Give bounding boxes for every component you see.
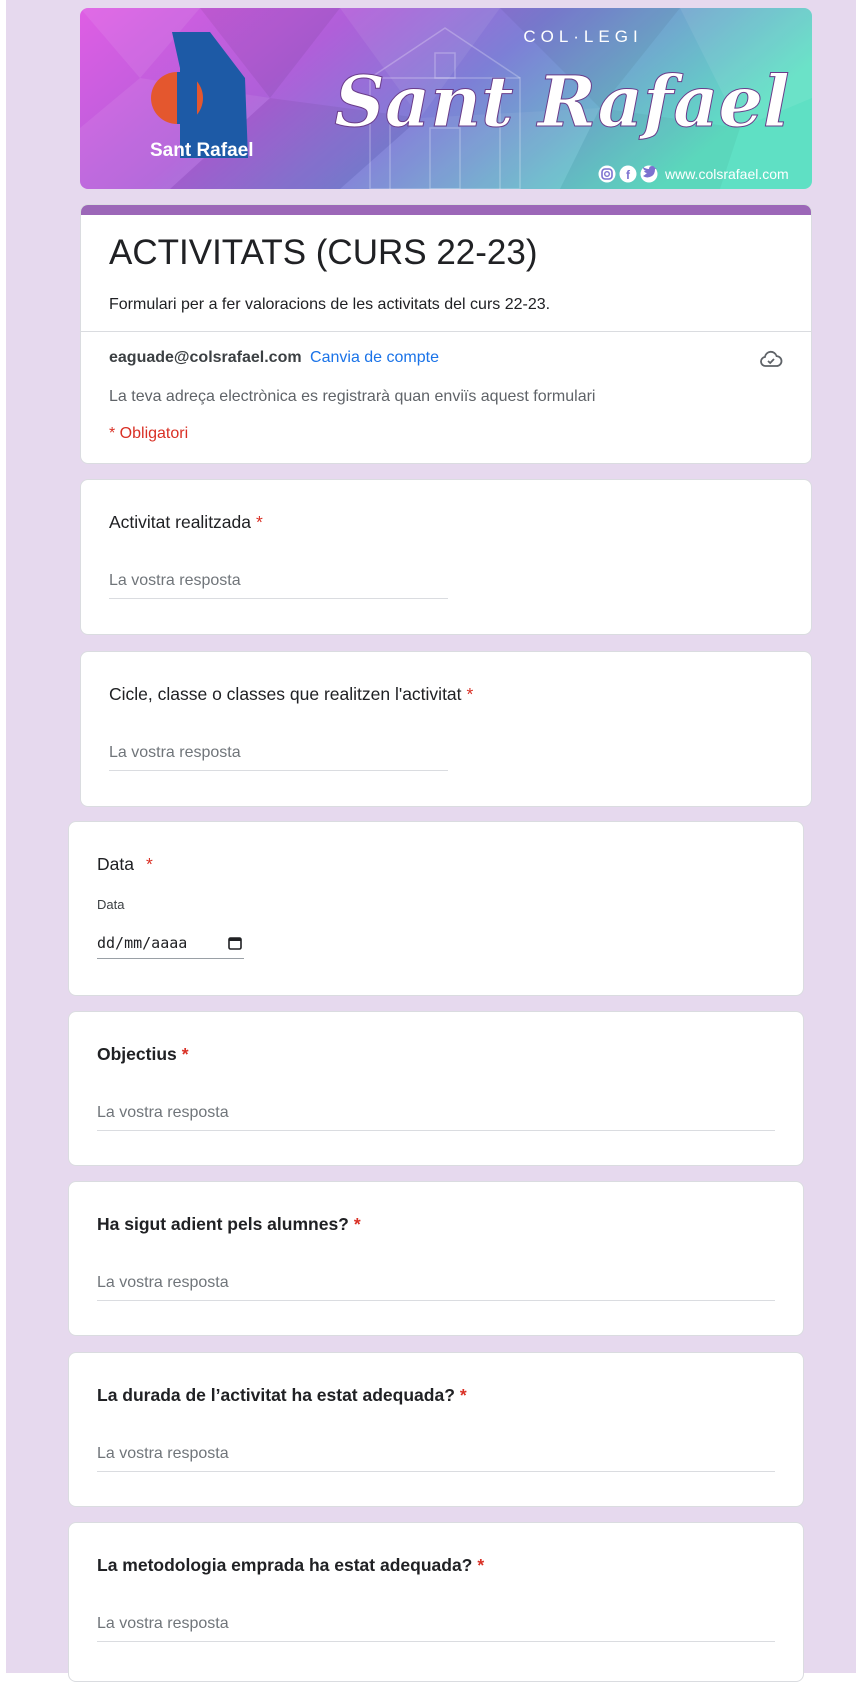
banner-caption: COL·LEGI [523,27,642,46]
answer-input[interactable]: La vostra resposta [109,568,448,599]
divider [81,331,811,332]
question-card-activity: Activitat realitzada * La vostra resposta [80,479,812,635]
required-asterisk: * [466,684,474,704]
required-asterisk: * [477,1555,485,1575]
required-asterisk: * [181,1044,189,1064]
form-title: ACTIVITATS (CURS 22-23) [109,233,538,272]
banner-title: Sant Rafael [334,60,789,143]
answer-input[interactable]: La vostra resposta [109,740,448,771]
date-sublabel: Data [97,897,125,912]
logo-text: Sant Rafael [150,140,253,161]
switch-account-link[interactable]: Canvia de compte [310,349,439,366]
answer-input[interactable]: La vostra resposta [97,1441,775,1472]
answer-input[interactable]: La vostra resposta [97,1100,775,1131]
website-link[interactable]: www.colsrafael.com [664,166,789,182]
question-text: Ha sigut adient pels alumnes? [97,1214,349,1234]
question-card-date: Data * Data dd/mm/aaaa [68,821,804,996]
email-notice: La teva adreça electrònica es registrarà… [109,388,596,405]
cloud-saved-icon [760,350,783,367]
date-input[interactable]: dd/mm/aaaa [97,932,244,959]
question-label: Activitat realitzada * [109,512,263,533]
question-card-objectives: Objectius * La vostra resposta [68,1011,804,1166]
question-card-suitability: Ha sigut adient pels alumnes? * La vostra… [68,1181,804,1336]
question-text: Data [97,854,134,874]
answer-input[interactable]: La vostra resposta [97,1611,775,1642]
accent-bar [81,205,811,215]
instagram-icon[interactable] [598,165,616,183]
form-description: Formulari per a fer valoracions de les a… [109,296,551,313]
twitter-icon[interactable] [640,165,658,183]
required-asterisk: * [353,1214,361,1234]
question-label: La durada de l’activitat ha estat adequa… [97,1385,467,1406]
form-header-card: ACTIVITATS (CURS 22-23) Formulari per a … [80,204,812,464]
header-banner: Sant Rafael COL·LEGI Sant Rafael f www.c… [80,8,812,189]
account-row: eaguade@colsrafael.com Canvia de compte [109,349,439,367]
date-value: dd/mm/aaaa [97,934,188,952]
question-text: La metodologia emprada ha estat adequada… [97,1555,473,1575]
question-card-duration: La durada de l’activitat ha estat adequa… [68,1352,804,1507]
answer-input[interactable]: La vostra resposta [97,1270,775,1301]
required-asterisk: * [145,854,153,874]
question-label: Ha sigut adient pels alumnes? * [97,1214,361,1235]
question-text: Objectius [97,1044,177,1064]
question-label: Data * [97,854,153,875]
question-card-methodology: La metodologia emprada ha estat adequada… [68,1522,804,1682]
question-text: La durada de l’activitat ha estat adequa… [97,1385,455,1405]
question-text: Cicle, classe o classes que realitzen l'… [109,684,462,704]
question-label: Cicle, classe o classes que realitzen l'… [109,684,473,705]
question-label: Objectius * [97,1044,189,1065]
calendar-icon[interactable] [228,936,242,950]
question-label: La metodologia emprada ha estat adequada… [97,1555,484,1576]
required-asterisk: * [459,1385,467,1405]
account-email: eaguade@colsrafael.com [109,349,302,366]
question-text: Activitat realitzada [109,512,252,532]
required-asterisk: * [256,512,263,532]
question-card-classes: Cicle, classe o classes que realitzen l'… [80,651,812,807]
required-notice: * Obligatori [109,425,189,442]
facebook-icon[interactable]: f [619,165,637,183]
